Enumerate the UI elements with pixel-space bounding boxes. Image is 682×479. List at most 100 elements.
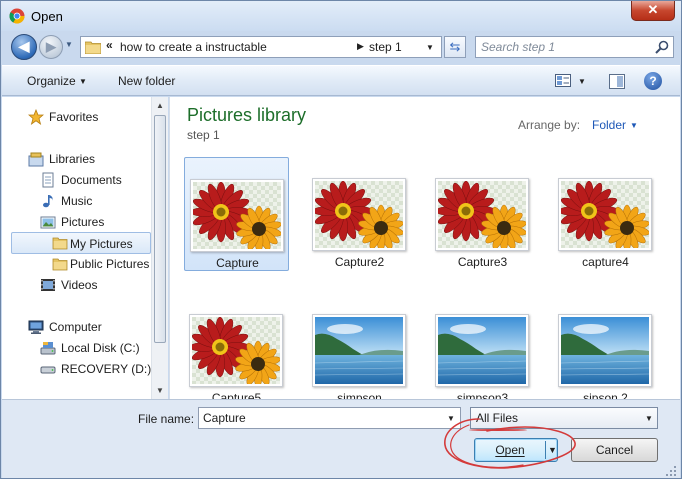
file-name-panel: File name: ▼ All Files ▼ Open ▼ Cancel (2, 399, 680, 478)
file-type-select[interactable]: All Files ▼ (470, 407, 658, 429)
arrange-by-dropdown[interactable]: Folder (592, 118, 626, 132)
breadcrumb-overflow[interactable]: « (106, 38, 113, 52)
scroll-down-icon[interactable]: ▼ (156, 386, 164, 395)
navigation-scrollbar[interactable]: ▲ ▼ (151, 97, 168, 399)
open-button-label: Open (495, 443, 525, 457)
sidebar-item-label: Computer (49, 320, 102, 334)
refresh-button[interactable]: ⇆ (444, 36, 466, 58)
arrange-by-label: Arrange by: (518, 118, 581, 132)
preview-pane-icon[interactable] (609, 74, 625, 89)
search-icon[interactable] (655, 40, 669, 54)
organize-caret-icon[interactable]: ▼ (79, 77, 87, 86)
sidebar-item-label: Documents (61, 173, 122, 187)
arrange-caret-icon[interactable]: ▼ (630, 121, 638, 130)
music-icon (43, 195, 53, 208)
close-button[interactable]: ✕ (631, 1, 675, 21)
sidebar-item-label: Local Disk (C:) (61, 341, 140, 355)
sidebar-item-documents[interactable]: Documents (40, 170, 140, 190)
sidebar-item-label: Public Pictures (70, 257, 150, 271)
annotation-underline (469, 429, 527, 431)
file-type-dropdown-icon[interactable]: ▼ (645, 414, 653, 423)
view-options-caret-icon[interactable]: ▼ (578, 77, 586, 86)
file-name-combobox[interactable]: ▼ (198, 407, 461, 429)
star-icon (28, 109, 44, 125)
scrollbar-thumb[interactable] (154, 115, 166, 343)
library-subtitle: step 1 (187, 128, 220, 142)
sidebar-item-libraries[interactable]: Libraries (28, 149, 138, 169)
disk-icon (40, 342, 56, 355)
command-toolbar: Organize ▼ New folder ▼ ? (2, 65, 680, 96)
image-thumbnail-icon (561, 181, 649, 248)
file-tile[interactable]: Capture2 (307, 157, 412, 271)
file-name-input[interactable] (203, 411, 433, 425)
folder-icon (85, 41, 101, 54)
open-options-caret-icon[interactable]: ▼ (548, 439, 557, 461)
documents-icon (42, 172, 54, 188)
sidebar-item-local-disk-c[interactable]: Local Disk (C:) (40, 338, 150, 358)
videos-icon (41, 279, 55, 291)
scroll-up-icon[interactable]: ▲ (156, 101, 164, 110)
organize-button[interactable]: Organize (27, 74, 76, 88)
libraries-icon (28, 152, 44, 167)
file-thumbnail (312, 178, 406, 251)
open-dialog: Open ✕ ◀ ▶ ▼ « how to create a instructa… (0, 0, 682, 479)
computer-icon (28, 320, 44, 334)
file-tile[interactable]: simpson (307, 293, 412, 407)
file-name-label: capture4 (582, 255, 629, 269)
recent-locations-icon[interactable]: ▼ (65, 40, 77, 54)
sidebar-item-computer[interactable]: Computer (28, 317, 138, 337)
sidebar-item-label: My Pictures (70, 237, 133, 251)
image-thumbnail-icon (561, 317, 649, 384)
file-thumbnail (435, 178, 529, 251)
file-name-label: Capture3 (457, 255, 508, 269)
file-name-label: Capture2 (334, 255, 385, 269)
folder-icon (52, 258, 68, 271)
sidebar-item-videos[interactable]: Videos (40, 275, 140, 295)
sidebar-item-label: Favorites (49, 110, 99, 124)
breadcrumb-separator-icon[interactable]: ▶ (357, 41, 364, 52)
file-thumbnail (312, 314, 406, 387)
chrome-app-icon (9, 8, 25, 24)
back-button[interactable]: ◀ (11, 34, 37, 60)
image-thumbnail-icon (438, 317, 526, 384)
sidebar-item-music[interactable]: Music (40, 191, 140, 211)
breadcrumb-item[interactable]: how to create a instructable (120, 40, 267, 54)
image-thumbnail-icon (315, 317, 403, 384)
sidebar-item-recovery-d[interactable]: RECOVERY (D:) (40, 359, 151, 379)
navigation-bar: ◀ ▶ ▼ « how to create a instructable ▶ s… (1, 31, 681, 63)
file-tile[interactable]: Capture (184, 157, 289, 271)
file-name-label: Capture (216, 256, 259, 270)
file-name-label: File name: (138, 412, 195, 426)
folder-icon (52, 237, 68, 250)
address-dropdown-icon[interactable]: ▼ (426, 43, 434, 52)
open-button[interactable]: Open ▼ (474, 438, 558, 462)
search-box[interactable] (475, 36, 674, 58)
sidebar-item-my-pictures[interactable]: My Pictures (11, 232, 151, 254)
file-tile[interactable]: capture4 (553, 157, 658, 271)
sidebar-item-label: Music (61, 194, 93, 208)
address-bar[interactable]: « how to create a instructable ▶ step 1 … (80, 36, 442, 58)
image-thumbnail-icon (438, 181, 526, 248)
file-type-value: All Files (476, 411, 519, 425)
sidebar-item-favorites[interactable]: Favorites (28, 107, 138, 127)
change-view-icon[interactable] (555, 74, 571, 87)
file-thumbnail (189, 314, 283, 387)
cancel-button[interactable]: Cancel (571, 438, 658, 462)
file-tile[interactable]: Capture5 (184, 293, 289, 407)
file-thumbnail (558, 178, 652, 251)
file-tile[interactable]: simpson3 (430, 293, 535, 407)
image-thumbnail-icon (193, 182, 281, 249)
file-thumbnail (558, 314, 652, 387)
sidebar-item-pictures[interactable]: Pictures (40, 212, 140, 232)
forward-button[interactable]: ▶ (39, 35, 63, 59)
breadcrumb-item[interactable]: step 1 (369, 40, 402, 54)
file-name-dropdown-icon[interactable]: ▼ (447, 414, 455, 423)
sidebar-item-public-pictures[interactable]: Public Pictures (52, 254, 152, 274)
search-input[interactable] (481, 40, 651, 54)
image-thumbnail-icon (192, 317, 280, 384)
resize-grip-icon[interactable] (665, 465, 677, 477)
new-folder-button[interactable]: New folder (118, 74, 175, 88)
file-tile[interactable]: Capture3 (430, 157, 535, 271)
file-tile[interactable]: sipson 2 (553, 293, 658, 407)
help-icon[interactable]: ? (644, 72, 662, 90)
